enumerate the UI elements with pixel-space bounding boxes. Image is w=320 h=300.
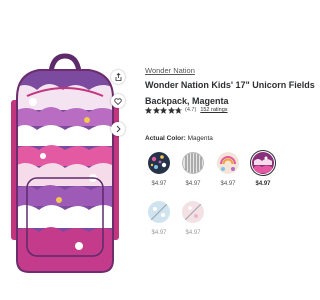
swatch-floral-navy[interactable] — [148, 152, 170, 174]
unavailable-slash-icon — [150, 203, 168, 221]
rainbow-pattern-icon — [220, 156, 236, 171]
product-title-line-1: Wonder Nation Kids' 17" Unicorn Fields — [145, 80, 315, 90]
unicorn-pattern-icon — [254, 156, 272, 173]
product-image[interactable] — [3, 50, 127, 282]
rating-row: (4.7) 152 ratings — [145, 106, 228, 114]
swatch-price-cream-rainbow: $4.97 — [220, 181, 236, 187]
favorite-button[interactable] — [111, 94, 125, 108]
star-icon — [145, 106, 152, 114]
product-title: Wonder Nation Kids' 17" Unicorn Fields B… — [145, 77, 315, 109]
reviews-link[interactable]: 152 ratings — [200, 107, 227, 113]
swatch-price-gray-stripe: $4.97 — [185, 181, 201, 187]
swatch-light-blue[interactable] — [148, 201, 170, 223]
share-button[interactable] — [111, 70, 125, 84]
swatch-magenta[interactable] — [252, 152, 274, 174]
swatch-blush-pink[interactable] — [182, 201, 204, 223]
chevron-right-icon — [116, 125, 121, 133]
swatch-price-blush-pink: $4.97 — [185, 230, 201, 236]
swatch-price-floral-navy: $4.97 — [151, 181, 167, 187]
stripe-pattern-icon — [185, 153, 202, 173]
product-page: Wonder Nation Wonder Nation Kids' 17" Un… — [0, 0, 315, 300]
star-icon — [160, 106, 167, 114]
actual-color-label: Actual Color: Magenta — [145, 135, 213, 142]
swatch-cream-rainbow[interactable] — [217, 152, 239, 174]
share-icon — [115, 73, 122, 81]
brand-link[interactable]: Wonder Nation — [145, 66, 195, 75]
actual-color-value: Magenta — [187, 135, 213, 142]
star-icon — [152, 106, 160, 114]
floral-pattern-icon — [150, 155, 167, 169]
rating-value: (4.7) — [185, 107, 197, 113]
star-icon — [175, 106, 182, 114]
swatch-price-magenta: $4.97 — [255, 181, 271, 187]
swatch-price-light-blue: $4.97 — [151, 230, 167, 236]
heart-icon — [114, 97, 122, 105]
star-rating — [145, 106, 182, 114]
unavailable-slash-icon — [184, 203, 202, 221]
star-icon — [167, 106, 175, 114]
next-image-button[interactable] — [111, 122, 125, 136]
actual-color-heading: Actual Color: — [145, 135, 186, 142]
swatch-gray-stripe[interactable] — [182, 152, 204, 174]
